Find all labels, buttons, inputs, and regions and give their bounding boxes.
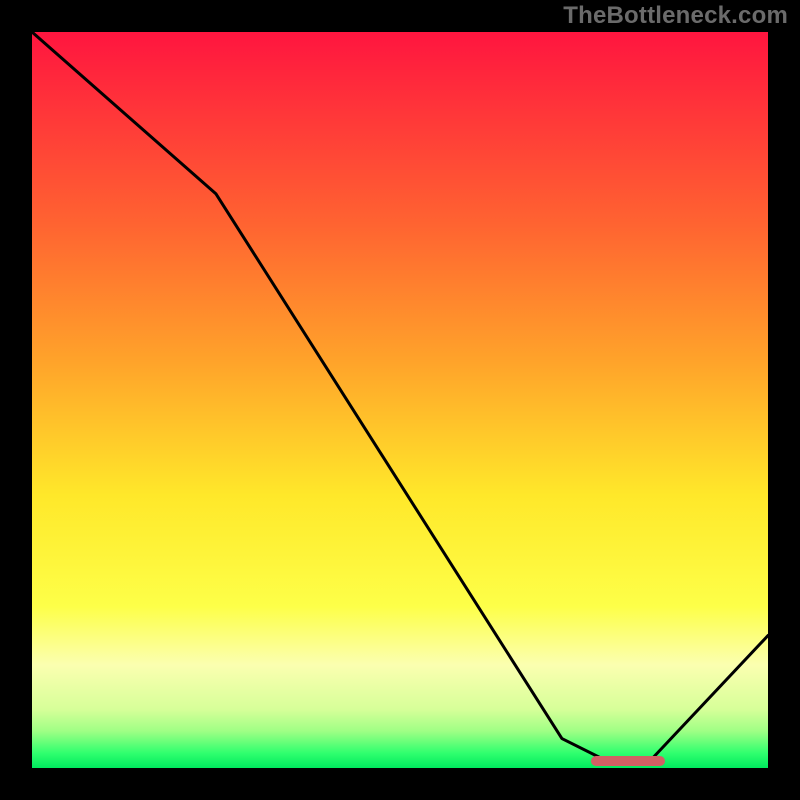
- plot-area: [32, 32, 768, 768]
- bottleneck-curve: [32, 32, 768, 768]
- chart-canvas: TheBottleneck.com: [0, 0, 800, 800]
- curve-path: [32, 32, 768, 761]
- optimal-range-marker: [591, 756, 665, 766]
- attribution-text: TheBottleneck.com: [563, 2, 788, 30]
